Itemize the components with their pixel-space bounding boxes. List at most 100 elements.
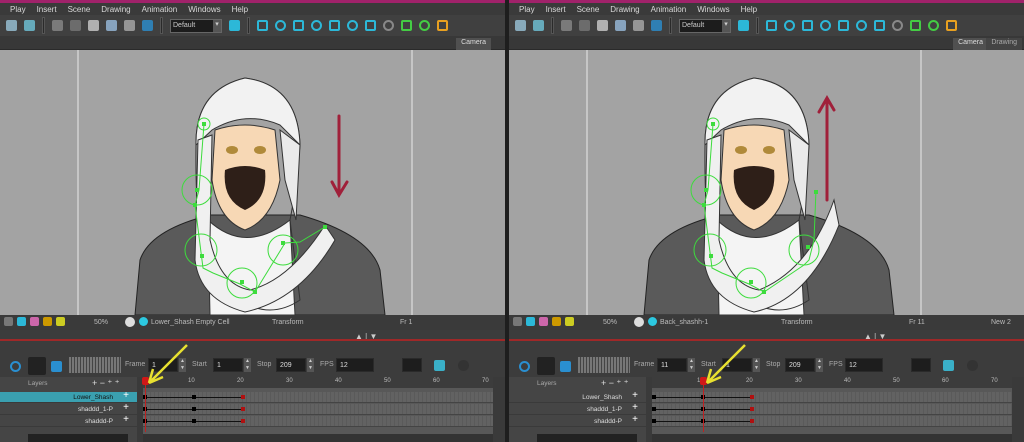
layers-scrollbar[interactable]	[537, 434, 637, 442]
menu-animation[interactable]: Animation	[651, 5, 687, 14]
skew-tool-icon[interactable]	[820, 20, 831, 31]
quick-fix-icon[interactable]	[43, 317, 52, 326]
bone-tool-icon[interactable]	[401, 20, 412, 31]
stop-stepper[interactable]: ▲ ▼	[307, 358, 314, 372]
tab-camera[interactable]: Camera	[953, 38, 988, 50]
camera-view[interactable]	[509, 50, 1024, 315]
lock-icon[interactable]	[539, 317, 548, 326]
paste-icon[interactable]	[124, 20, 135, 31]
spline-offset-tool-icon[interactable]	[874, 20, 885, 31]
add-keyframe-icon[interactable]: +	[123, 390, 129, 401]
drawing-substitution-icon[interactable]	[139, 317, 148, 326]
undo-icon[interactable]	[561, 20, 572, 31]
cut-icon[interactable]	[597, 20, 608, 31]
sound-toggle-icon[interactable]	[28, 357, 46, 375]
layers-scrollbar[interactable]	[28, 434, 128, 442]
timeline-scrollbar[interactable]	[652, 434, 1012, 442]
stop-field[interactable]: 209	[276, 358, 306, 372]
menu-animation[interactable]: Animation	[142, 5, 178, 14]
menu-windows[interactable]: Windows	[697, 5, 729, 14]
keyframe[interactable]	[652, 419, 656, 423]
menu-scene[interactable]: Scene	[577, 5, 600, 14]
library-icon[interactable]	[142, 20, 153, 31]
set-ease-icon[interactable]	[943, 360, 954, 371]
timeline-frames[interactable]: 10203040506070	[652, 344, 1012, 442]
keyframe-icon[interactable]	[967, 360, 978, 371]
menu-help[interactable]: Help	[232, 5, 248, 14]
layer-row[interactable]: Lower_Shash +	[509, 390, 646, 403]
menu-help[interactable]: Help	[741, 5, 757, 14]
spline-offset-tool-icon[interactable]	[365, 20, 376, 31]
cut-icon[interactable]	[88, 20, 99, 31]
menu-insert[interactable]: Insert	[546, 5, 566, 14]
envelope-tool-icon[interactable]	[946, 20, 957, 31]
menu-drawing[interactable]: Drawing	[101, 5, 130, 14]
camera-view[interactable]	[0, 50, 505, 315]
menu-insert[interactable]: Insert	[37, 5, 57, 14]
fps-dropdown[interactable]: 12	[336, 358, 374, 372]
transform-tool-icon[interactable]	[766, 20, 777, 31]
start-field[interactable]: 1	[213, 358, 243, 372]
keyframe[interactable]	[192, 395, 196, 399]
start-stepper[interactable]: ▲ ▼	[244, 358, 251, 372]
playback-speed-slider[interactable]	[578, 357, 630, 373]
skew-tool-icon[interactable]	[311, 20, 322, 31]
add-keyframe-icon[interactable]: +	[632, 402, 638, 413]
stop-stepper[interactable]: ▲ ▼	[816, 358, 823, 372]
layer-row[interactable]: Lower_Shash +	[0, 390, 137, 403]
add-remove-layer-buttons[interactable]: + − ⁺ ⁺	[601, 378, 629, 389]
frame-stepper[interactable]: ▲ ▼	[688, 358, 695, 372]
menu-play[interactable]: Play	[519, 5, 535, 14]
rotate-tool-icon[interactable]	[784, 20, 795, 31]
keyframe-icon[interactable]	[458, 360, 469, 371]
layer-row[interactable]: shaddd_1-P +	[509, 402, 646, 415]
stop-field[interactable]: 209	[785, 358, 815, 372]
save-icon[interactable]	[515, 20, 526, 31]
camera-viewport-canvas[interactable]	[509, 50, 1024, 315]
frame-row[interactable]	[143, 416, 493, 427]
rotate-view-icon[interactable]	[565, 317, 574, 326]
library-icon[interactable]	[651, 20, 662, 31]
light-table-icon[interactable]	[526, 317, 535, 326]
menu-drawing[interactable]: Drawing	[610, 5, 639, 14]
copy-icon[interactable]	[615, 20, 626, 31]
maintain-size-tool-icon[interactable]	[329, 20, 340, 31]
keyframe[interactable]	[652, 395, 656, 399]
frame-field[interactable]: 11	[657, 358, 687, 372]
set-ease-icon[interactable]	[434, 360, 445, 371]
paste-icon[interactable]	[633, 20, 644, 31]
interpolation-dropdown[interactable]	[402, 358, 422, 372]
maintain-size-tool-icon[interactable]	[838, 20, 849, 31]
menu-scene[interactable]: Scene	[68, 5, 91, 14]
sound-scrubbing-icon[interactable]	[51, 361, 62, 372]
light-table-icon[interactable]	[17, 317, 26, 326]
frame-row[interactable]	[143, 392, 493, 403]
rigging-tool-icon[interactable]	[892, 20, 903, 31]
tab-camera[interactable]: Camera	[456, 38, 491, 50]
rotate-view-icon[interactable]	[56, 317, 65, 326]
add-remove-layer-buttons[interactable]: + − ⁺ ⁺	[92, 378, 120, 389]
camera-viewport-canvas[interactable]	[0, 50, 505, 315]
keyframe[interactable]	[241, 395, 245, 399]
redo-icon[interactable]	[579, 20, 590, 31]
morph-tool-icon[interactable]	[347, 20, 358, 31]
scale-tool-icon[interactable]	[293, 20, 304, 31]
workspace-preset-dropdown[interactable]: Default	[679, 18, 731, 33]
fps-dropdown[interactable]: 12	[845, 358, 883, 372]
save-workspace-icon[interactable]	[738, 20, 749, 31]
save-icon[interactable]	[6, 20, 17, 31]
sound-toggle-icon[interactable]	[537, 357, 555, 375]
tab-drawing[interactable]: Drawing	[986, 38, 1022, 50]
quick-fix-icon[interactable]	[552, 317, 561, 326]
timeline-scrollbar[interactable]	[143, 434, 493, 442]
frame-row[interactable]	[652, 416, 1012, 427]
layer-row[interactable]: shaddd-P +	[0, 414, 137, 427]
transform-tool-icon[interactable]	[257, 20, 268, 31]
add-keyframe-icon[interactable]: +	[632, 390, 638, 401]
sound-scrubbing-icon[interactable]	[560, 361, 571, 372]
onion-skin-icon[interactable]	[513, 317, 522, 326]
lock-icon[interactable]	[30, 317, 39, 326]
keyframe[interactable]	[192, 419, 196, 423]
scene-settings-icon[interactable]	[24, 20, 35, 31]
keyframe[interactable]	[652, 407, 656, 411]
